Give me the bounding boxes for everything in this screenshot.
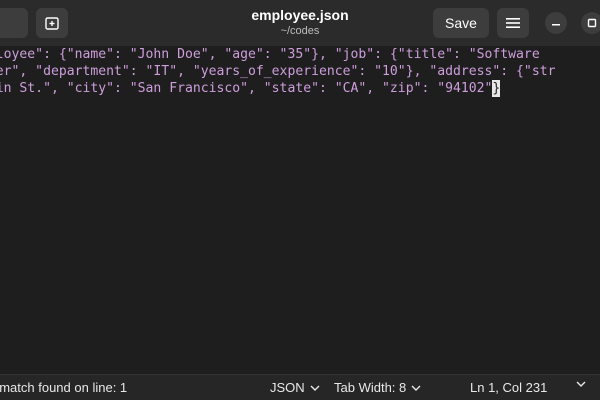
minimize-button[interactable] [545, 12, 567, 34]
more-options-button[interactable] [576, 380, 586, 388]
new-tab-button[interactable] [36, 8, 68, 38]
code-line-1: mployee": {"name": "John Doe", "age": "3… [0, 47, 540, 62]
code-line-3-text: Main St.", "city": "San Francisco", "sta… [0, 81, 493, 96]
language-label: JSON [270, 380, 305, 395]
cursor-position-indicator[interactable]: Ln 1, Col 231 [470, 380, 547, 395]
minimize-icon [552, 24, 560, 26]
chevron-down-icon [411, 385, 421, 391]
window-title: employee.json [251, 7, 349, 23]
cursor-position-label: Ln 1, Col 231 [470, 380, 548, 395]
main-menu-button[interactable] [497, 8, 529, 38]
text-cursor: } [492, 80, 501, 97]
header-bar: employee.json ~/codes Save [0, 0, 600, 46]
chevron-down-icon [310, 385, 320, 391]
save-button[interactable]: Save [433, 8, 489, 38]
maximize-button[interactable] [581, 12, 600, 34]
maximize-icon [587, 18, 597, 28]
open-button[interactable] [0, 8, 28, 38]
status-bar: t match found on line: 1 JSON Tab Width:… [0, 374, 600, 400]
language-selector[interactable]: JSON [270, 380, 320, 395]
code-line-2: neer", "department": "IT", "years_of_exp… [0, 64, 556, 79]
code-line-3: Main St.", "city": "San Francisco", "sta… [0, 80, 501, 97]
chevron-down-icon [576, 381, 586, 387]
status-message: t match found on line: 1 [0, 380, 128, 395]
tab-width-selector[interactable]: Tab Width: 8 [334, 380, 421, 395]
tab-width-label: Tab Width: 8 [334, 380, 407, 395]
window-title-block: employee.json ~/codes [200, 6, 400, 38]
tab-new-icon [45, 17, 59, 30]
hamburger-menu-icon [506, 18, 520, 28]
text-editor-area[interactable]: mployee": {"name": "John Doe", "age": "3… [0, 46, 600, 374]
window-subtitle: ~/codes [280, 25, 320, 37]
